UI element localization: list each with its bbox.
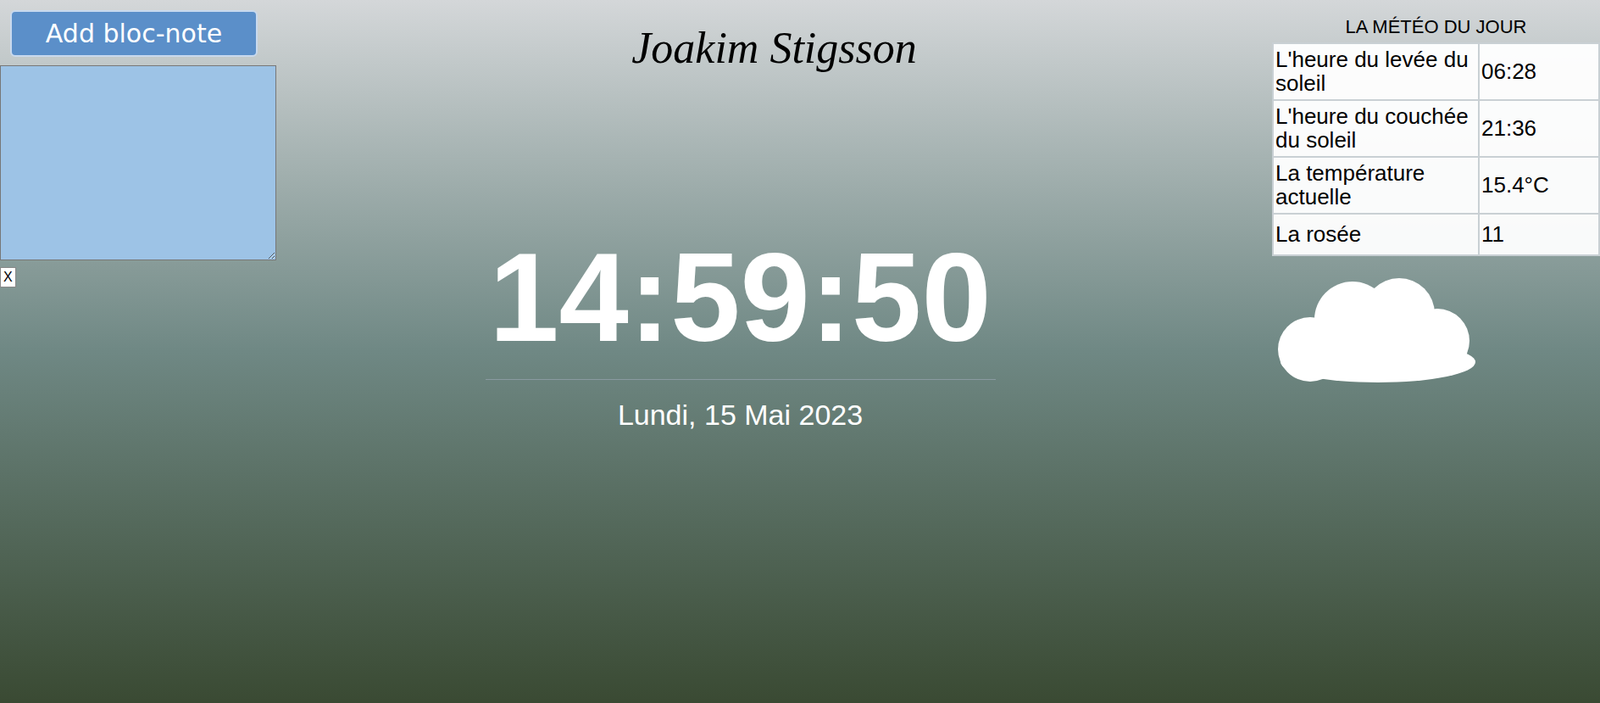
weather-value: 21:36 — [1478, 100, 1600, 157]
note-textarea[interactable] — [0, 65, 277, 261]
weather-row: L'heure du levée du soleil06:28 — [1272, 43, 1600, 100]
clock-divider — [485, 378, 996, 380]
weather-table: L'heure du levée du soleil06:28L'heure d… — [1272, 42, 1600, 257]
weather-panel: LA MÉTÉO DU JOUR L'heure du levée du sole… — [1272, 0, 1600, 703]
weather-heading: LA MÉTÉO DU JOUR — [1272, 15, 1600, 39]
weather-row: La rosée11 — [1272, 213, 1600, 256]
weather-label: L'heure du levée du soleil — [1272, 43, 1479, 100]
weather-label: La température actuelle — [1272, 156, 1479, 214]
center-column: Joakim Stigsson 14:59:50 Lundi, 15 Mai 202… — [276, 0, 1273, 703]
dashboard-page: Add bloc-note X Joakim Stigsson 14:59:50 Lun… — [0, 0, 1600, 703]
weather-row: L'heure du couchée du soleil21:36 — [1272, 100, 1600, 157]
weather-value: 15.4°C — [1478, 156, 1600, 214]
weather-label: La rosée — [1272, 213, 1479, 256]
add-note-button[interactable]: Add bloc-note — [10, 10, 258, 57]
clock-time: 14:59:50 — [488, 234, 991, 361]
weather-value: 11 — [1478, 213, 1600, 256]
clock-date: Lundi, 15 Mai 2023 — [617, 393, 863, 437]
weather-label: L'heure du couchée du soleil — [1272, 100, 1479, 157]
page-title: Joakim Stigsson — [631, 20, 917, 76]
weather-value: 06:28 — [1478, 43, 1600, 100]
cloud-icon — [1272, 272, 1480, 384]
close-note-button[interactable]: X — [0, 266, 17, 288]
weather-row: La température actuelle15.4°C — [1272, 156, 1600, 214]
note-panel: Add bloc-note X — [0, 0, 277, 703]
